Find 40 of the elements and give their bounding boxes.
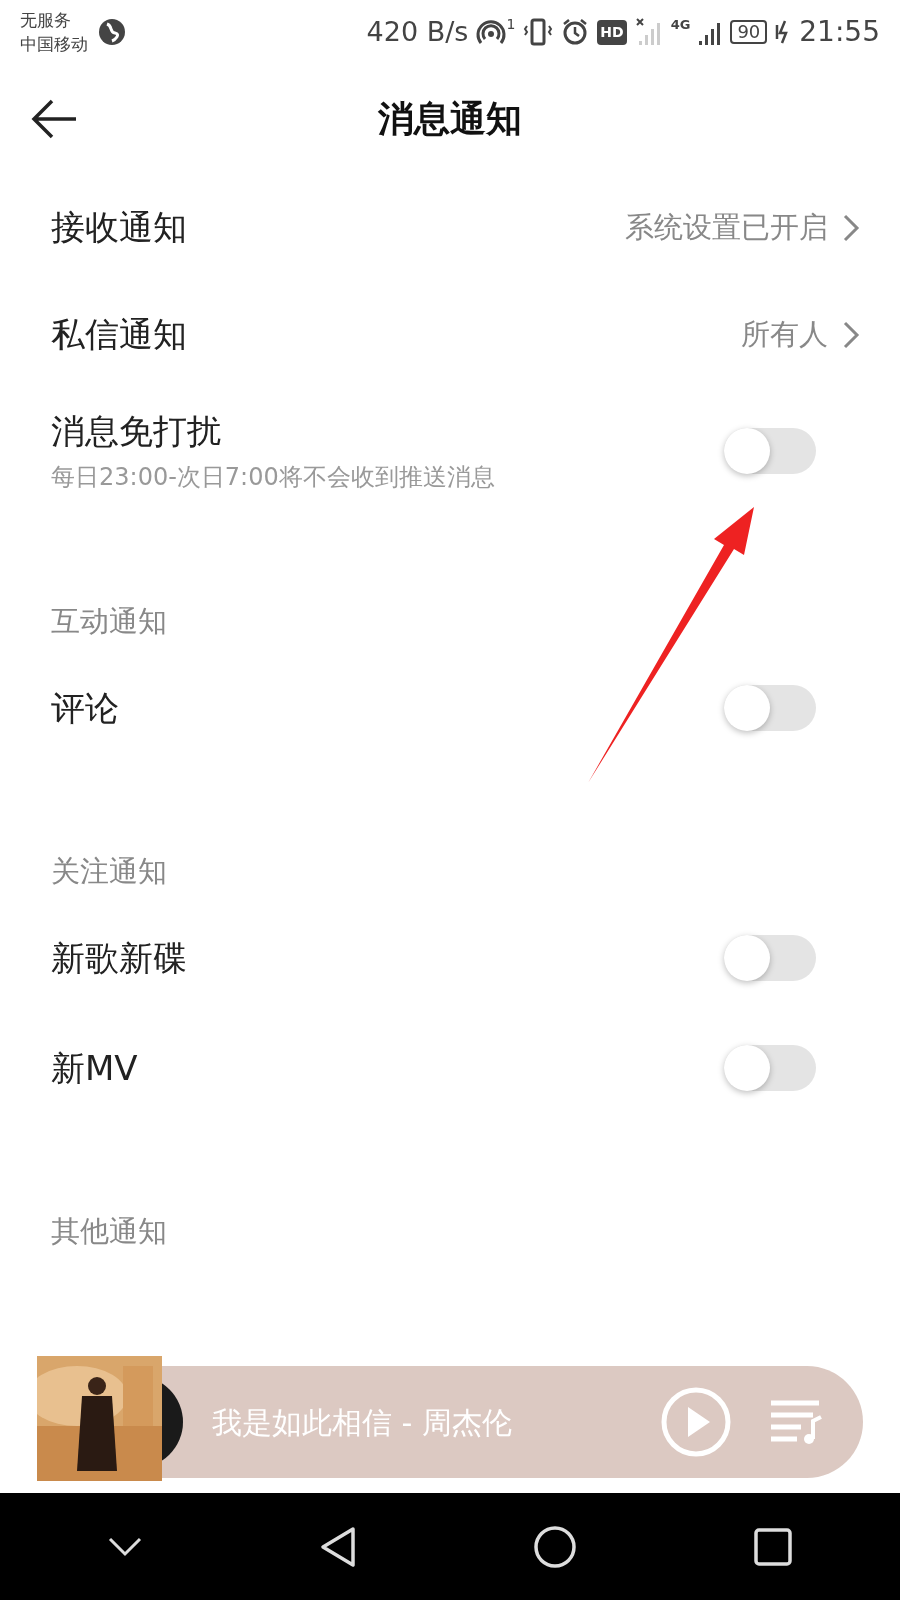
battery-level: 90	[730, 20, 768, 44]
hd-badge: HD	[597, 19, 627, 45]
clock-time: 21:55	[799, 14, 880, 50]
home-icon[interactable]	[533, 1524, 578, 1569]
row-label: 新歌新碟	[51, 936, 187, 980]
network-speed: 420 B/s	[366, 14, 469, 49]
signal-icon	[634, 17, 663, 47]
hotspot-count: 1	[506, 17, 516, 31]
chevron-right-icon	[842, 319, 860, 350]
row-label: 评论	[51, 686, 119, 730]
row-label: 私信通知	[51, 313, 187, 356]
chevron-right-icon	[842, 212, 860, 243]
globe-icon	[98, 18, 126, 46]
row-value: 系统设置已开启	[625, 208, 828, 246]
row-subtitle: 每日23:00-次日7:00将不会收到推送消息	[51, 462, 495, 493]
recents-icon[interactable]	[753, 1527, 792, 1566]
settings-row[interactable]: 接收通知 系统设置已开启	[0, 174, 900, 281]
playlist-icon[interactable]	[769, 1399, 823, 1445]
row-label: 消息免打扰	[51, 410, 222, 453]
section-heading: 互动通知	[51, 602, 167, 640]
row-value: 所有人	[741, 315, 828, 353]
song-title: 我是如此相信 - 周杰伦	[212, 1403, 512, 1442]
play-icon[interactable]	[661, 1387, 731, 1457]
toggle-switch[interactable]	[724, 1045, 816, 1091]
row-label: 新MV	[51, 1046, 138, 1090]
settings-row[interactable]: 私信通知 所有人	[0, 281, 900, 388]
carrier-text: 中国移动	[20, 33, 88, 56]
toggle-switch[interactable]	[724, 685, 816, 731]
vibrate-icon	[523, 17, 554, 47]
section-heading: 其他通知	[51, 1212, 167, 1250]
back-icon[interactable]	[318, 1525, 357, 1568]
network-type: 4G	[670, 16, 691, 34]
toggle-switch[interactable]	[724, 935, 816, 981]
section-heading: 关注通知	[51, 852, 167, 890]
carrier-text: 无服务	[20, 9, 72, 32]
toggle-switch[interactable]	[724, 427, 816, 474]
chevron-down-icon[interactable]	[108, 1536, 143, 1557]
row-label: 接收通知	[51, 206, 187, 249]
back-arrow-icon[interactable]	[30, 99, 78, 139]
page-title: 消息通知	[378, 97, 522, 141]
